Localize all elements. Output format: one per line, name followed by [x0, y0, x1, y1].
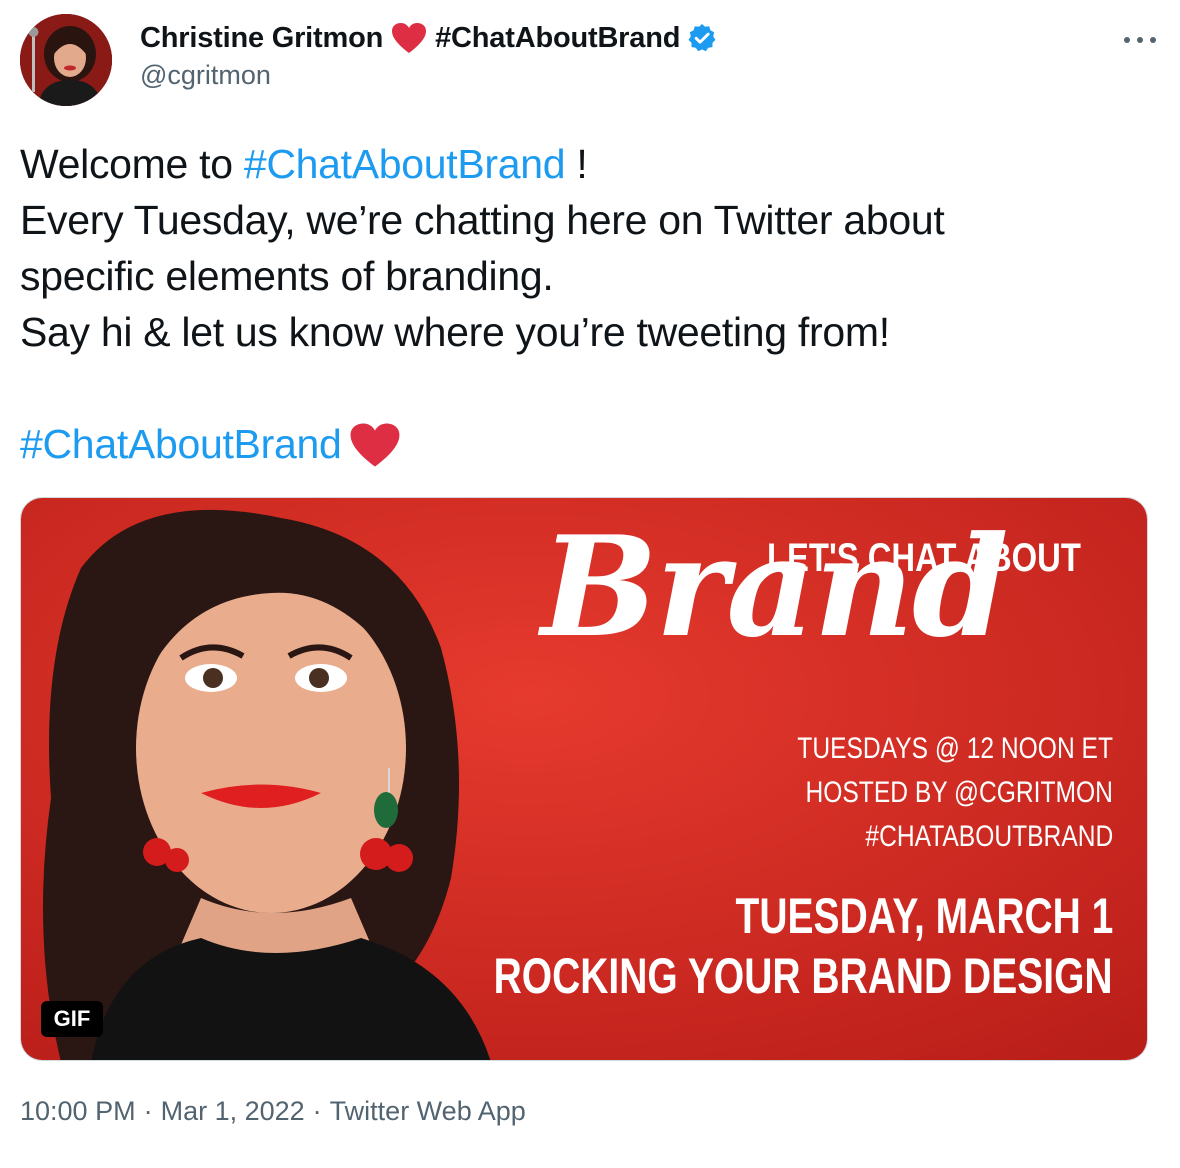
tweet-line-4: Say hi & let us know where you’re tweeti… [20, 309, 890, 355]
tweet-line-2: Every Tuesday, we’re chatting here on Tw… [20, 197, 945, 243]
tweet-text-exclaim: ! [565, 141, 588, 187]
tweet: Christine Gritmon #ChatAboutBrand @cgrit… [0, 0, 1180, 1168]
author-handle[interactable]: @cgritmon [140, 60, 271, 91]
author-display-name[interactable]: Christine Gritmon [140, 22, 383, 55]
tweet-text: Welcome to #ChatAboutBrand ! Every Tuesd… [20, 136, 1160, 472]
tweet-header: Christine Gritmon #ChatAboutBrand @cgrit… [20, 12, 1160, 108]
avatar[interactable] [20, 14, 112, 106]
gif-badge: GIF [41, 1001, 103, 1037]
media-schedule-line-2: HOSTED BY @CGRITMON [805, 776, 1113, 809]
media-schedule-line-1: TUESDAYS @ 12 NOON ET [797, 732, 1113, 765]
footer-separator: · [143, 1096, 153, 1126]
tweet-line-3: specific elements of branding. [20, 253, 554, 299]
tweet-time[interactable]: 10:00 PM [20, 1096, 136, 1126]
closing-hashtag-link[interactable]: #ChatAboutBrand [20, 421, 342, 467]
footer-separator: · [312, 1096, 322, 1126]
more-icon[interactable] [1120, 20, 1160, 60]
author-name-row[interactable]: Christine Gritmon #ChatAboutBrand [140, 18, 718, 58]
tweet-line-6: #ChatAboutBrand [20, 416, 1160, 472]
media-topic-line: ROCKING YOUR BRAND DESIGN [493, 948, 1113, 1004]
heart-icon [349, 422, 401, 468]
verified-badge-icon[interactable] [686, 22, 718, 54]
hashtag-link[interactable]: #ChatAboutBrand [244, 141, 566, 187]
author-name-hashtag: #ChatAboutBrand [435, 21, 681, 54]
media-date-line: TUESDAY, MARCH 1 [735, 888, 1113, 944]
heart-icon [391, 22, 427, 54]
media-lets-chat: LET'S CHAT ABOUT [767, 536, 1081, 580]
tweet-line-1: Welcome to #ChatAboutBrand ! [20, 136, 1160, 192]
media-gif[interactable]: Brand LET'S CHAT ABOUT TUESDAYS @ 12 NOO… [20, 497, 1148, 1061]
tweet-source[interactable]: Twitter Web App [330, 1096, 526, 1126]
media-schedule-line-3: #CHATABOUTBRAND [865, 820, 1113, 853]
tweet-text-welcome: Welcome to [20, 141, 244, 187]
tweet-date[interactable]: Mar 1, 2022 [161, 1096, 305, 1126]
tweet-metadata: 10:00 PM · Mar 1, 2022 · Twitter Web App [20, 1096, 526, 1127]
